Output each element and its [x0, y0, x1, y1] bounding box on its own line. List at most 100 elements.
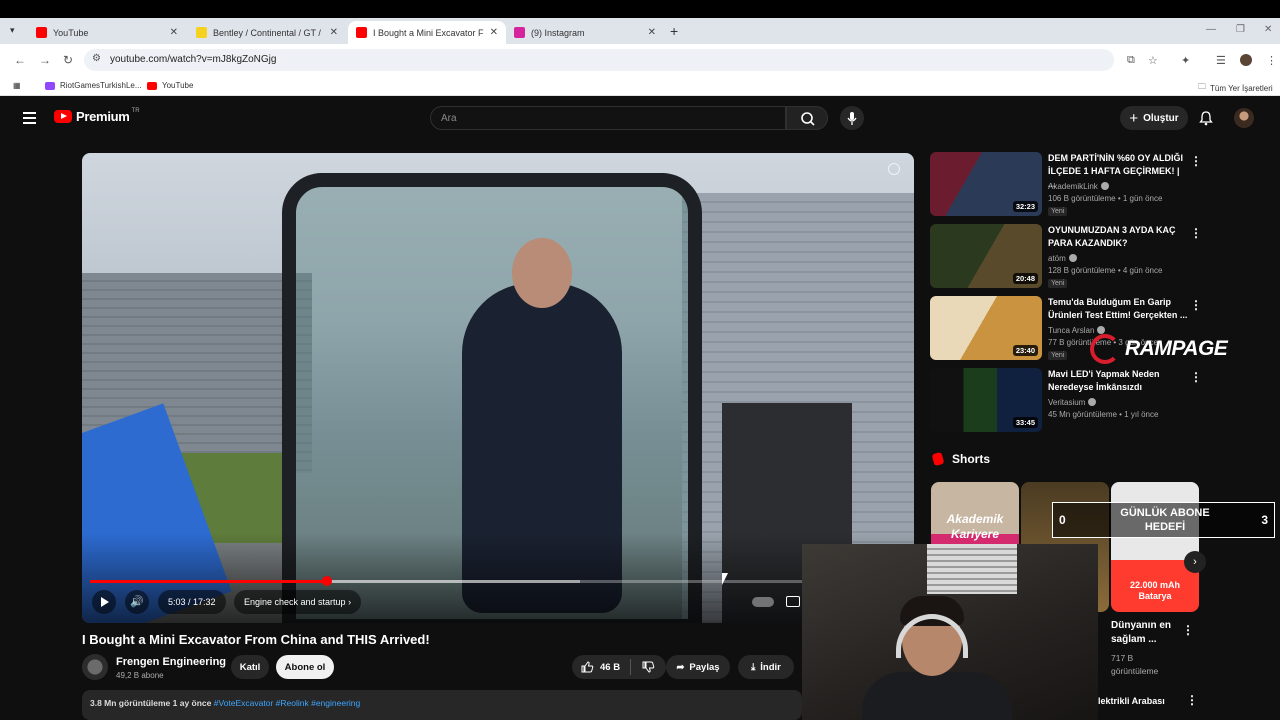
maximize-icon[interactable]: ❐ [1236, 24, 1245, 35]
scrubber-handle[interactable] [321, 576, 332, 586]
time-display: 5:03 / 17:32 [158, 590, 226, 614]
site-info-icon[interactable]: ⚙ [92, 53, 101, 64]
tab-youtube[interactable]: YouTube ✕ [28, 21, 186, 44]
tab-close-icon[interactable]: ✕ [648, 27, 656, 38]
close-window-icon[interactable]: ✕ [1264, 24, 1272, 35]
new-badge: Yeni [1048, 351, 1068, 360]
account-avatar[interactable] [1234, 108, 1254, 128]
twitch-favicon-icon [45, 81, 55, 90]
search-button[interactable] [786, 106, 828, 130]
progress-bar[interactable] [90, 576, 906, 586]
video-thumbnail[interactable]: 20:48 [930, 224, 1042, 288]
recommended-video[interactable]: 20:48 OYUNUMUZDAN 3 AYDA KAÇ PARA KAZAND… [930, 224, 1280, 288]
recommended-title[interactable]: Temu'da Bulduğum En Garip Ürünleri Test … [1048, 296, 1188, 322]
voice-search-button[interactable] [840, 106, 864, 130]
view-stats: 3.8 Mn görüntüleme 1 ay önce [90, 698, 212, 708]
more-options-icon[interactable]: ⋮ [1182, 623, 1194, 637]
url-field[interactable]: ⚙ youtube.com/watch?v=mJ8kgZoNGjg [84, 49, 1114, 71]
back-arrow-icon[interactable]: ← [14, 53, 26, 67]
next-item-title[interactable]: lektrikli Arabası [1098, 696, 1165, 706]
subscribe-button[interactable]: Abone ol [276, 655, 334, 679]
autoplay-toggle[interactable] [752, 597, 774, 607]
play-button[interactable] [92, 590, 116, 614]
tab-instagram[interactable]: (9) Instagram ✕ [506, 21, 664, 44]
tab-bentley[interactable]: Bentley / Continental / GT / BAŞ ✕ [188, 21, 346, 44]
reload-icon[interactable]: ↻ [63, 53, 73, 67]
install-app-icon[interactable]: ⧉ [1127, 54, 1135, 67]
new-tab-plus-icon[interactable]: + [670, 23, 678, 39]
description-box[interactable]: 3.8 Mn görüntüleme 1 ay önce #VoteExcava… [82, 690, 802, 720]
recommended-channel[interactable]: AkademikLink [1048, 182, 1109, 191]
video-thumbnail[interactable]: 32:23 [930, 152, 1042, 216]
goal-target: 3 [1261, 513, 1268, 527]
short-title[interactable]: Dünyanın en sağlam ... [1111, 619, 1181, 647]
more-options-icon[interactable]: ⋮ [1190, 370, 1202, 384]
tab-excavator-video[interactable]: I Bought a Mini Excavator From ✕ [348, 21, 506, 44]
thumbs-down-icon[interactable] [641, 660, 655, 674]
subtitles-icon[interactable] [786, 596, 800, 607]
recommended-title[interactable]: Mavi LED'i Yapmak Neden Neredeyse İmkâns… [1048, 368, 1188, 394]
tab-search-chevron-icon[interactable]: ▾ [10, 25, 15, 36]
bookmark-youtube[interactable]: YouTube [147, 81, 193, 90]
thumbs-up-icon [581, 661, 594, 673]
join-button[interactable]: Katıl [231, 655, 269, 679]
media-controls-icon[interactable]: ☰ [1216, 54, 1226, 67]
verified-check-icon [1097, 326, 1106, 334]
recommended-title[interactable]: OYUNUMUZDAN 3 AYDA KAÇ PARA KAZANDIK? [1048, 224, 1188, 250]
create-button[interactable]: + Oluştur [1120, 106, 1188, 130]
tab-title: (9) Instagram [531, 27, 585, 38]
bookmark-star-icon[interactable]: ☆ [1148, 54, 1158, 67]
hashtags[interactable]: #VoteExcavator #Reolink #engineering [214, 698, 361, 708]
webcam-overlay [802, 544, 1098, 720]
search-icon [801, 112, 815, 126]
like-button[interactable]: 46 B [580, 660, 620, 674]
recommended-channel[interactable]: Veritasium [1048, 398, 1097, 407]
video-player[interactable]: 🔊 5:03 / 17:32 Engine check and startup … [82, 153, 914, 623]
tab-close-icon[interactable]: ✕ [490, 27, 498, 38]
video-thumbnail[interactable]: 33:45 [930, 368, 1042, 432]
top-strip [0, 0, 1280, 18]
recommended-video[interactable]: 32:23 DEM PARTİ'NİN %60 OY ALDIĞI İLÇEDE… [930, 152, 1280, 216]
tab-close-icon[interactable]: ✕ [330, 27, 338, 38]
short-caption: Akademik Kariyere [946, 512, 1004, 541]
more-options-icon[interactable]: ⋮ [1190, 154, 1202, 168]
video-frame-head [512, 238, 572, 308]
recommended-video[interactable]: 33:45 Mavi LED'i Yapmak Neden Neredeyse … [930, 368, 1280, 432]
info-icon[interactable] [888, 163, 900, 175]
url-text: youtube.com/watch?v=mJ8kgZoNGjg [110, 54, 277, 65]
video-thumbnail[interactable]: 23:40 [930, 296, 1042, 360]
youtube-premium-logo[interactable]: Premium TR [54, 108, 140, 124]
shorts-next-arrow-icon[interactable]: › [1184, 551, 1206, 573]
apps-grid-icon[interactable]: ▦ [13, 81, 21, 90]
video-title: I Bought a Mini Excavator From China and… [82, 632, 430, 647]
channel-name[interactable]: Frengen Engineering [116, 656, 226, 668]
channel-label: Tunca Arslan [1048, 326, 1095, 335]
menu-dots-icon[interactable]: ⋮ [1266, 54, 1277, 67]
chapter-button[interactable]: Engine check and startup › [234, 590, 362, 614]
recommended-channel[interactable]: atöm [1048, 254, 1077, 263]
forward-arrow-icon[interactable]: → [39, 53, 51, 67]
verified-check-icon [1100, 182, 1109, 190]
more-options-icon[interactable]: ⋮ [1186, 693, 1198, 707]
search-input[interactable]: Ara [430, 106, 786, 130]
hamburger-menu-icon[interactable] [23, 112, 36, 127]
more-options-icon[interactable]: ⋮ [1190, 298, 1202, 312]
tab-title: Bentley / Continental / GT / BAŞ [213, 27, 324, 38]
profile-avatar-icon[interactable] [1240, 54, 1252, 66]
all-bookmarks[interactable]: 🗀 Tüm Yer İşaretleri [1198, 81, 1273, 95]
like-divider [630, 659, 632, 675]
volume-icon[interactable]: 🔊 [125, 590, 149, 614]
notifications-bell-icon[interactable] [1198, 110, 1214, 131]
more-options-icon[interactable]: ⋮ [1190, 226, 1202, 240]
extensions-icon[interactable]: ✦ [1181, 54, 1190, 67]
site-favicon-icon [196, 27, 207, 38]
share-button[interactable]: ➦ Paylaş [666, 655, 730, 679]
channel-avatar[interactable] [82, 654, 108, 680]
tab-close-icon[interactable]: ✕ [170, 27, 178, 38]
download-button[interactable]: ⤓ İndir [738, 655, 794, 679]
webcam-window-blinds [927, 544, 1017, 594]
minimize-icon[interactable]: — [1206, 24, 1216, 35]
bookmark-riot[interactable]: RiotGamesTurkishLe... [45, 81, 142, 90]
share-label: Paylaş [689, 661, 720, 673]
instagram-favicon-icon [514, 27, 525, 38]
